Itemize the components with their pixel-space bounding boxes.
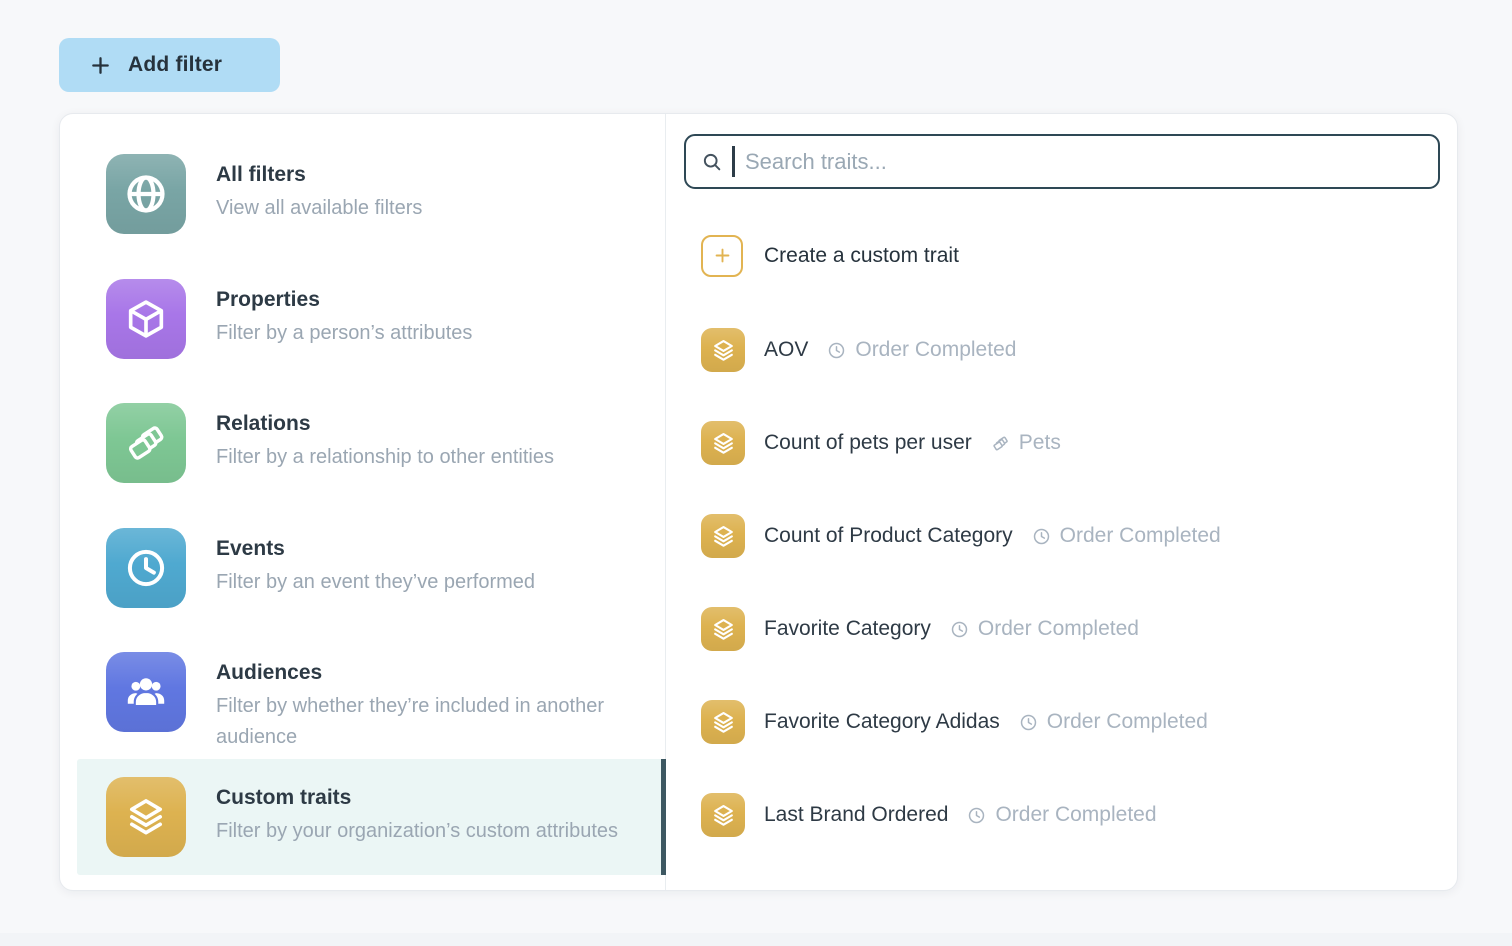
- trait-name: Count of pets per user: [764, 431, 972, 455]
- sidebar-item-title: Properties: [216, 285, 472, 315]
- sidebar-item-text: Custom traits Filter by your organizatio…: [216, 777, 618, 857]
- trait-source: Order Completed: [1032, 524, 1221, 548]
- layers-icon: [701, 514, 745, 558]
- cube-icon: [106, 279, 186, 359]
- trait-item-count-of-product-category[interactable]: Count of Product Category Order Complete…: [701, 514, 1440, 558]
- trait-source: Order Completed: [950, 617, 1139, 641]
- sidebar-item-text: All filters View all available filters: [216, 154, 422, 234]
- filter-picker-page: { "theme": { "page_bg": "#f7f8fa", "pane…: [0, 0, 1512, 946]
- clock-icon: [950, 620, 969, 639]
- filter-picker-panel: All filters View all available filters P…: [59, 113, 1458, 891]
- sidebar-item-text: Properties Filter by a person’s attribut…: [216, 279, 472, 359]
- trait-item-aov[interactable]: AOV Order Completed: [701, 328, 1440, 372]
- trait-source: Order Completed: [827, 338, 1016, 362]
- sidebar-item-title: Relations: [216, 409, 554, 439]
- layers-icon: [701, 328, 745, 372]
- sidebar-item-description: Filter by your organization’s custom att…: [216, 816, 618, 847]
- clock-icon: [1019, 713, 1038, 732]
- people-icon: [106, 652, 186, 732]
- sidebar-item-title: All filters: [216, 160, 422, 190]
- trait-name: Last Brand Ordered: [764, 803, 948, 827]
- layers-icon: [701, 421, 745, 465]
- sidebar-item-description: Filter by an event they’ve performed: [216, 567, 535, 598]
- clock-icon: [106, 528, 186, 608]
- traits-list-panel: Create a custom trait AOV Order Complete…: [666, 114, 1457, 890]
- trait-name: Count of Product Category: [764, 524, 1013, 548]
- search-box[interactable]: [684, 134, 1440, 189]
- clock-icon: [827, 341, 846, 360]
- trait-source-label: Order Completed: [855, 338, 1016, 362]
- create-custom-trait-button[interactable]: Create a custom trait: [701, 234, 1440, 277]
- plus-icon: [701, 235, 743, 277]
- trait-item-favorite-category-adidas[interactable]: Favorite Category Adidas Order Completed: [701, 700, 1440, 744]
- search-icon: [701, 151, 723, 173]
- trait-source: Pets: [991, 431, 1061, 455]
- trait-source: Order Completed: [967, 803, 1156, 827]
- trait-item-count-of-pets-per-user[interactable]: Count of pets per user Pets: [701, 421, 1440, 465]
- sidebar-item-audiences[interactable]: Audiences Filter by whether they’re incl…: [106, 652, 665, 732]
- sidebar-item-title: Audiences: [216, 658, 646, 688]
- trait-name: AOV: [764, 338, 808, 362]
- layers-icon: [701, 607, 745, 651]
- page-bottom-strip: [0, 933, 1512, 946]
- sidebar-item-properties[interactable]: Properties Filter by a person’s attribut…: [106, 279, 665, 359]
- sidebar-item-all-filters[interactable]: All filters View all available filters: [106, 154, 665, 234]
- trait-source-label: Order Completed: [995, 803, 1156, 827]
- trait-source-label: Order Completed: [978, 617, 1139, 641]
- stacked-cards-icon: [106, 403, 186, 483]
- layers-icon: [106, 777, 186, 857]
- trait-source-label: Order Completed: [1060, 524, 1221, 548]
- sidebar-item-description: Filter by whether they’re included in an…: [216, 691, 646, 753]
- clock-icon: [1032, 527, 1051, 546]
- sidebar-item-text: Audiences Filter by whether they’re incl…: [216, 652, 646, 732]
- trait-name: Favorite Category Adidas: [764, 710, 1000, 734]
- trait-source-label: Order Completed: [1047, 710, 1208, 734]
- trait-name: Favorite Category: [764, 617, 931, 641]
- trait-source: Order Completed: [1019, 710, 1208, 734]
- sidebar-item-description: Filter by a relationship to other entiti…: [216, 442, 554, 473]
- sidebar-item-title: Events: [216, 534, 535, 564]
- add-filter-label: Add filter: [128, 53, 222, 77]
- globe-icon: [106, 154, 186, 234]
- layers-icon: [701, 700, 745, 744]
- stacked-cards-icon: [991, 434, 1010, 453]
- sidebar-item-relations[interactable]: Relations Filter by a relationship to ot…: [106, 403, 665, 483]
- clock-icon: [967, 806, 986, 825]
- sidebar-item-description: Filter by a person’s attributes: [216, 318, 472, 349]
- sidebar-item-text: Events Filter by an event they’ve perfor…: [216, 528, 535, 608]
- sidebar-item-description: View all available filters: [216, 193, 422, 224]
- plus-icon: [89, 54, 112, 77]
- create-custom-trait-label: Create a custom trait: [764, 244, 959, 268]
- sidebar-item-events[interactable]: Events Filter by an event they’ve perfor…: [106, 528, 665, 608]
- sidebar-item-custom-traits[interactable]: Custom traits Filter by your organizatio…: [106, 777, 665, 857]
- trait-item-favorite-category[interactable]: Favorite Category Order Completed: [701, 607, 1440, 651]
- sidebar-item-text: Relations Filter by a relationship to ot…: [216, 403, 554, 483]
- add-filter-button[interactable]: Add filter: [59, 38, 280, 92]
- trait-item-last-brand-ordered[interactable]: Last Brand Ordered Order Completed: [701, 793, 1440, 837]
- trait-source-label: Pets: [1019, 431, 1061, 455]
- sidebar-item-title: Custom traits: [216, 783, 618, 813]
- search-input[interactable]: [744, 136, 1423, 187]
- filter-category-list: All filters View all available filters P…: [60, 114, 666, 890]
- layers-icon: [701, 793, 745, 837]
- text-caret: [732, 146, 735, 177]
